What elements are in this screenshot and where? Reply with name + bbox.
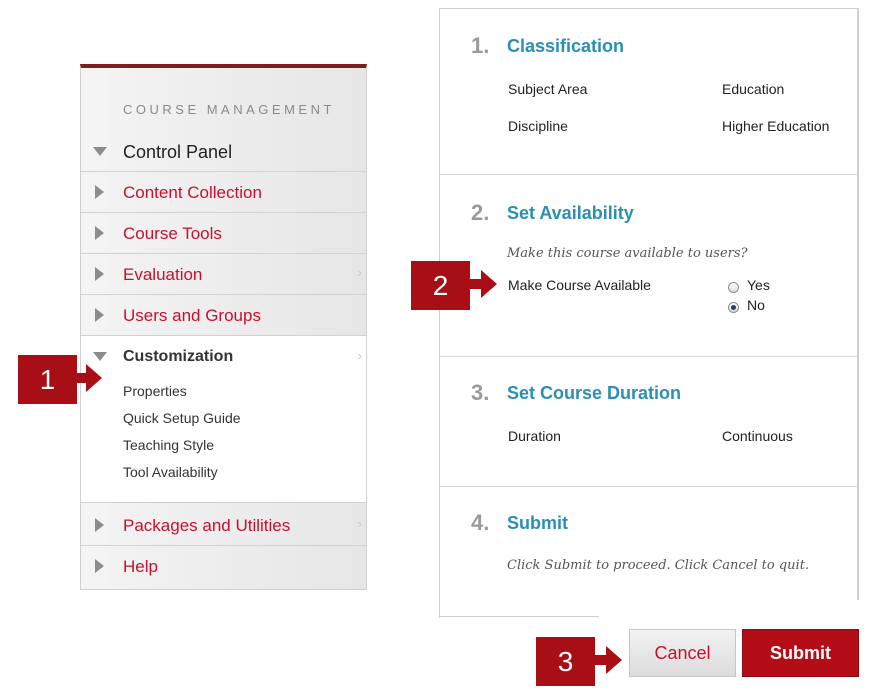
chevron-right-icon: › (357, 265, 362, 280)
chevron-right-icon: › (357, 348, 362, 363)
menu-item-label: Content Collection (123, 183, 262, 202)
link-properties[interactable]: Properties (123, 383, 187, 399)
menu-item-label: Users and Groups (123, 306, 261, 325)
collapsed-arrow-icon (95, 185, 104, 199)
control-panel-label: Control Panel (123, 142, 233, 162)
collapsed-arrow-icon (95, 267, 104, 281)
course-management-panel: COURSE MANAGEMENT Control Panel Content … (80, 64, 367, 590)
radio-label: No (747, 297, 765, 313)
submit-button[interactable]: Submit (742, 629, 859, 677)
field-value-duration: Continuous (722, 428, 793, 444)
menu-item-content-collection[interactable]: Content Collection (81, 172, 366, 213)
step-title-submit: Submit (507, 513, 568, 533)
menu-item-packages-and-utilities[interactable]: Packages and Utilities › (81, 505, 366, 546)
course-settings-form: 1. Classification Subject Area Education… (439, 8, 859, 618)
field-label-make-course-available: Make Course Available (508, 277, 651, 293)
menu-item-label: Evaluation (123, 265, 203, 284)
section-divider (440, 174, 858, 175)
expanded-arrow-icon (93, 147, 107, 156)
collapsed-arrow-icon (95, 518, 104, 532)
link-quick-setup-guide[interactable]: Quick Setup Guide (123, 410, 241, 426)
collapsed-arrow-icon (95, 308, 104, 322)
submit-instruction: Click Submit to proceed. Click Cancel to… (507, 558, 810, 573)
radio-button[interactable] (728, 281, 739, 293)
menu-item-label: Help (123, 557, 158, 576)
callout-badge-3: 3 (536, 637, 595, 686)
customization-section: Customization › Properties Quick Setup G… (81, 335, 366, 503)
menu-item-evaluation[interactable]: Evaluation › (81, 254, 366, 295)
menu-item-help[interactable]: Help (81, 546, 366, 587)
callout-arrow-stem (469, 279, 481, 289)
arrow-right-icon (86, 364, 102, 392)
radio-option-no[interactable]: No (728, 297, 765, 313)
control-panel-header[interactable]: Control Panel (81, 131, 366, 172)
section-divider (440, 356, 858, 357)
callout-arrow-stem (594, 655, 606, 665)
customization-title[interactable]: Customization (123, 348, 233, 366)
step-number: 2. (471, 200, 490, 225)
section-divider (440, 486, 858, 487)
menu-item-label: Course Tools (123, 224, 222, 243)
callout-badge-2: 2 (411, 261, 470, 310)
link-teaching-style[interactable]: Teaching Style (123, 437, 214, 453)
form-border (439, 616, 599, 617)
field-label-discipline: Discipline (508, 118, 568, 134)
step-title-set-availability: Set Availability (507, 203, 634, 223)
arrow-right-icon (606, 646, 622, 674)
arrow-right-icon (481, 270, 497, 298)
step-number: 1. (471, 33, 490, 58)
form-border (857, 8, 859, 600)
radio-label: Yes (747, 277, 770, 293)
chevron-right-icon: › (357, 516, 362, 531)
field-value-subject-area: Education (722, 81, 785, 97)
field-value-discipline: Higher Education (722, 118, 830, 134)
collapsed-arrow-icon (95, 559, 104, 573)
panel-heading: COURSE MANAGEMENT (123, 102, 335, 117)
callout-badge-1: 1 (18, 355, 77, 404)
field-label-duration: Duration (508, 428, 561, 444)
cancel-button[interactable]: Cancel (629, 629, 736, 677)
callout-arrow-stem (76, 373, 86, 383)
step-title-set-course-duration: Set Course Duration (507, 383, 682, 403)
expanded-arrow-icon (93, 352, 107, 361)
menu-item-label: Packages and Utilities (123, 516, 291, 535)
step-title-classification: Classification (507, 36, 625, 56)
radio-option-yes[interactable]: Yes (728, 277, 770, 293)
field-label-subject-area: Subject Area (508, 81, 588, 97)
collapsed-arrow-icon (95, 226, 104, 240)
step-number: 3. (471, 380, 490, 405)
menu-item-course-tools[interactable]: Course Tools (81, 213, 366, 254)
link-tool-availability[interactable]: Tool Availability (123, 464, 218, 480)
menu-item-users-and-groups[interactable]: Users and Groups (81, 295, 366, 336)
availability-instruction: Make this course available to users? (507, 246, 748, 261)
step-number: 4. (471, 510, 490, 535)
radio-button-selected[interactable] (728, 301, 739, 313)
